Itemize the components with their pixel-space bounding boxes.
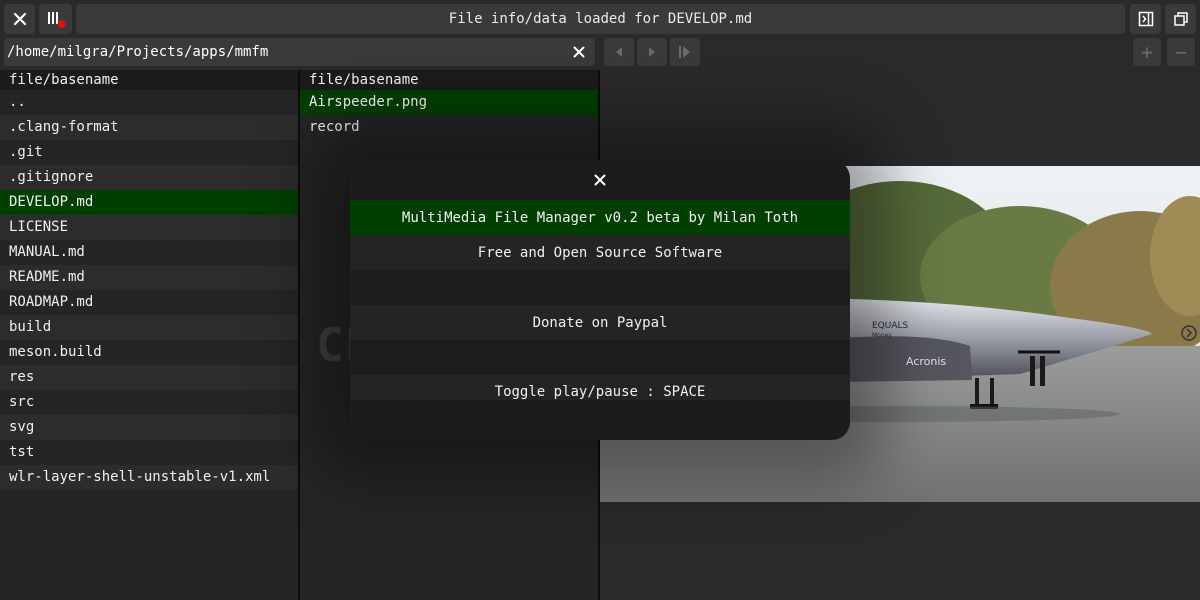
dialog-close-button[interactable] xyxy=(350,162,850,197)
shortcut-text: Toggle play/pause : SPACE xyxy=(494,384,706,400)
donate-row[interactable]: Donate on Paypal xyxy=(350,305,850,340)
zoom-in-button[interactable]: + xyxy=(1133,38,1161,66)
list-item[interactable]: .git xyxy=(0,140,298,165)
minus-icon: − xyxy=(1174,40,1188,64)
livery-text: Acronis xyxy=(906,355,946,368)
dialog-title: MultiMedia File Manager v0.2 beta by Mil… xyxy=(401,209,799,226)
dialog-title-row[interactable]: MultiMedia File Manager v0.2 beta by Mil… xyxy=(350,200,850,235)
close-icon xyxy=(13,12,26,26)
column-header[interactable]: file/basename xyxy=(300,70,598,90)
donate-link[interactable]: Donate on Paypal xyxy=(533,315,668,331)
next-button[interactable] xyxy=(670,38,700,66)
list-item[interactable]: src xyxy=(0,390,298,415)
list-item[interactable]: meson.build xyxy=(0,340,298,365)
list-item[interactable]: .clang-format xyxy=(0,115,298,140)
play-button[interactable] xyxy=(637,38,667,66)
top-bar: File info/data loaded for DEVELOP.md /ho… xyxy=(0,0,1200,70)
toggle-panel-button[interactable] xyxy=(1130,4,1161,34)
window-title: File info/data loaded for DEVELOP.md xyxy=(76,4,1125,34)
dialog-row[interactable] xyxy=(350,270,850,305)
list-item[interactable]: res xyxy=(0,365,298,390)
maximize-icon xyxy=(1173,12,1188,26)
menu-bars-icon xyxy=(47,12,65,28)
dialog-row[interactable]: Toggle play/pause : SPACE xyxy=(350,375,850,400)
list-item[interactable]: .. xyxy=(0,90,298,115)
list-item[interactable]: tst xyxy=(0,440,298,465)
list-item[interactable]: build xyxy=(0,315,298,340)
clear-path-button[interactable] xyxy=(571,43,587,61)
maximize-button[interactable] xyxy=(1165,4,1196,34)
list-item-selected[interactable]: Airspeeder.png xyxy=(300,90,598,115)
list-item[interactable]: ROADMAP.md xyxy=(0,290,298,315)
close-app-button[interactable] xyxy=(4,4,35,34)
about-dialog: MultiMedia File Manager v0.2 beta by Mil… xyxy=(350,160,850,440)
dialog-row[interactable]: Free and Open Source Software xyxy=(350,235,850,270)
play-icon xyxy=(649,47,655,57)
list-item[interactable]: wlr-layer-shell-unstable-v1.xml xyxy=(0,465,298,490)
list-item[interactable]: LICENSE xyxy=(0,215,298,240)
title-text: File info/data loaded for DEVELOP.md xyxy=(448,11,753,27)
list-item-selected[interactable]: DEVELOP.md xyxy=(0,190,298,215)
next-icon xyxy=(679,46,690,58)
list-item[interactable]: MANUAL.md xyxy=(0,240,298,265)
list-item[interactable]: README.md xyxy=(0,265,298,290)
list-item[interactable]: .gitignore xyxy=(0,165,298,190)
list-item[interactable]: svg xyxy=(0,415,298,440)
path-input[interactable]: /home/milgra/Projects/apps/mmfm xyxy=(4,38,595,66)
plus-icon: + xyxy=(1140,40,1154,64)
file-list-left: file/basename .. .clang-format .git .git… xyxy=(0,70,298,600)
license-text: Free and Open Source Software xyxy=(477,244,723,261)
close-icon xyxy=(594,174,606,185)
zoom-out-button[interactable]: − xyxy=(1167,38,1195,66)
path-value: /home/milgra/Projects/apps/mmfm xyxy=(7,44,269,60)
dialog-row[interactable] xyxy=(350,340,850,375)
column-header[interactable]: file/basename xyxy=(0,70,298,90)
prev-button[interactable] xyxy=(604,38,634,66)
menu-button[interactable] xyxy=(39,4,72,34)
panel-toggle-icon xyxy=(1138,11,1153,27)
prev-icon xyxy=(616,47,622,57)
close-icon xyxy=(573,46,585,58)
